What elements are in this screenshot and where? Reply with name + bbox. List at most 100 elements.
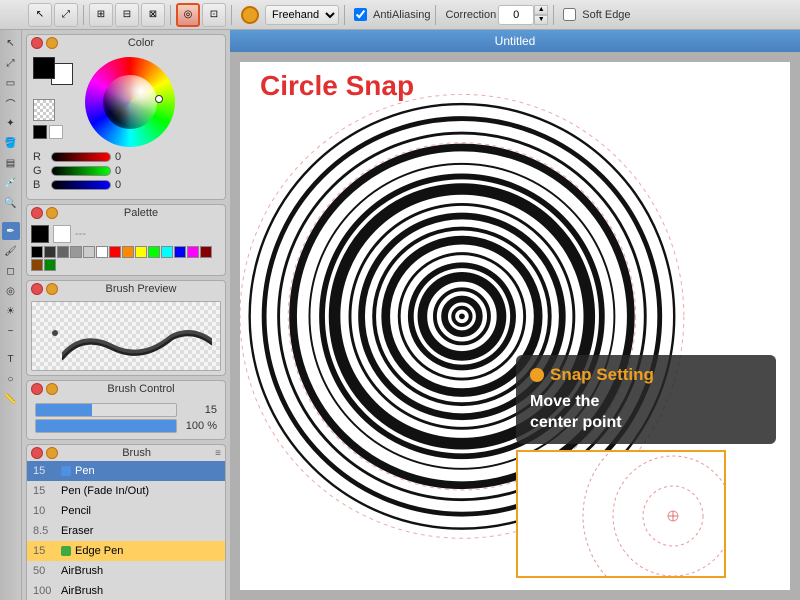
brush-list-minimize[interactable] [46,447,58,459]
tool-select[interactable]: ▭ [2,74,20,92]
fg-swatch[interactable] [33,57,55,79]
pal-darkgray[interactable] [44,246,56,258]
pal-cyan[interactable] [161,246,173,258]
brush-item-num: 50 [33,565,57,577]
color-panel-close[interactable] [31,37,43,49]
brush-list-item[interactable]: 15Pen [27,461,225,481]
tool-text[interactable]: T [2,350,20,368]
palette-panel-minimize[interactable] [46,207,58,219]
tool-pointer[interactable]: ↖ [2,34,20,52]
brush-list-item[interactable]: 15Pen (Fade In/Out) [27,481,225,501]
brush-control-close[interactable] [31,383,43,395]
tool-strip: ↖ ⤢ ▭ ⌒ ✦ 🪣 ▤ 💉 🔍 ✒ 🖌 ◻ ◎ ☀ ~ T ○ 📏 [0,30,22,600]
brush-control-title: Brush Control [61,383,221,395]
brush-list-item[interactable]: 15Edge Pen [27,541,225,561]
brush-preview-title: Brush Preview [61,283,221,295]
pal-darkgreen[interactable] [44,259,56,271]
r-slider[interactable] [51,152,111,162]
brush-preview-close[interactable] [31,283,43,295]
tool-btn-circle-snap[interactable]: ◎ [176,3,200,27]
brush-list-close[interactable] [31,447,43,459]
tool-blur[interactable]: ◎ [2,282,20,300]
brush-color-dot [61,466,71,476]
correction-input[interactable] [498,5,534,25]
transparency-swatch[interactable] [33,99,55,121]
white-swatch[interactable] [49,125,63,139]
color-panel-minimize[interactable] [46,37,58,49]
palette-panel: Palette --- [26,204,226,276]
pal-yellow[interactable] [135,246,147,258]
brush-control-minimize[interactable] [46,383,58,395]
correction-down[interactable]: ▼ [534,15,548,25]
tool-btn-grid3[interactable]: ⊠ [141,3,165,27]
tool-btn-transform[interactable]: ⤢ [54,3,78,27]
tool-gradient[interactable]: ▤ [2,154,20,172]
tool-ruler[interactable]: 📏 [2,390,20,408]
correction-stepper[interactable]: ▲ ▼ [534,5,548,25]
black-swatch[interactable] [33,125,47,139]
pal-blue[interactable] [174,246,186,258]
pal-bg[interactable] [53,225,71,243]
pal-green[interactable] [148,246,160,258]
sep6 [553,5,554,25]
brush-list-item[interactable]: 8.5Eraser [27,521,225,541]
tool-smudge[interactable]: ~ [2,322,20,340]
tool-brush[interactable]: 🖌 [2,242,20,260]
opacity-slider[interactable] [35,419,177,433]
color-wheel-container[interactable] [85,57,175,147]
tool-bucket[interactable]: 🪣 [2,134,20,152]
tool-btn-snap2[interactable]: ⊡ [202,3,226,27]
brush-preview-area [31,301,221,371]
size-slider[interactable] [35,403,177,417]
brush-color-dot [61,546,71,556]
brush-preview-minimize[interactable] [46,283,58,295]
pal-silver[interactable] [83,246,95,258]
tool-shape[interactable]: ○ [2,370,20,388]
antialias-checkbox[interactable] [354,8,367,21]
brush-list-scroll[interactable]: ≡ [215,448,221,459]
pal-red[interactable] [109,246,121,258]
tool-btn-move[interactable]: ↖ [28,3,52,27]
tool-eraser[interactable]: ◻ [2,262,20,280]
tool-magic[interactable]: ✦ [2,114,20,132]
brush-list-item[interactable]: 10Pencil [27,501,225,521]
stroke-indicator[interactable] [241,6,259,24]
pal-black[interactable] [31,246,43,258]
tool-zoom[interactable]: 🔍 [2,194,20,212]
tool-btn-grid2[interactable]: ⊟ [115,3,139,27]
b-val: 0 [115,179,135,191]
color-swatches [33,57,69,139]
g-slider[interactable] [51,166,111,176]
pal-magenta[interactable] [187,246,199,258]
pal-brown[interactable] [31,259,43,271]
r-slider-row: R 0 [33,151,219,163]
softedge-checkbox[interactable] [563,8,576,21]
brush-list-item[interactable]: 50AirBrush [27,561,225,581]
pal-darkred[interactable] [200,246,212,258]
tool-transform[interactable]: ⤢ [2,54,20,72]
pal-lightgray[interactable] [70,246,82,258]
size-val: 15 [181,404,217,416]
g-val: 0 [115,165,135,177]
palette-content: --- [27,221,225,275]
g-slider-row: G 0 [33,165,219,177]
color-panel-controls: Color [27,35,225,51]
tool-btn-grid1[interactable]: ⊞ [89,3,113,27]
pal-white[interactable] [96,246,108,258]
snap-setting-desc: Move thecenter point [530,391,762,434]
tool-eyedrop[interactable]: 💉 [2,174,20,192]
pal-fg[interactable] [31,225,49,243]
correction-up[interactable]: ▲ [534,5,548,15]
pal-gray[interactable] [57,246,69,258]
brush-dot [52,330,58,336]
snap-info-box: Snap Setting Move thecenter point [516,355,776,444]
tool-dodge[interactable]: ☀ [2,302,20,320]
b-slider[interactable] [51,180,111,190]
brush-list-item[interactable]: 100AirBrush [27,581,225,600]
pal-orange[interactable] [122,246,134,258]
palette-panel-close[interactable] [31,207,43,219]
freehand-select[interactable]: Freehand [265,5,339,25]
brush-item-num: 15 [33,465,57,477]
tool-pen[interactable]: ✒ [2,222,20,240]
tool-lasso[interactable]: ⌒ [2,94,20,112]
